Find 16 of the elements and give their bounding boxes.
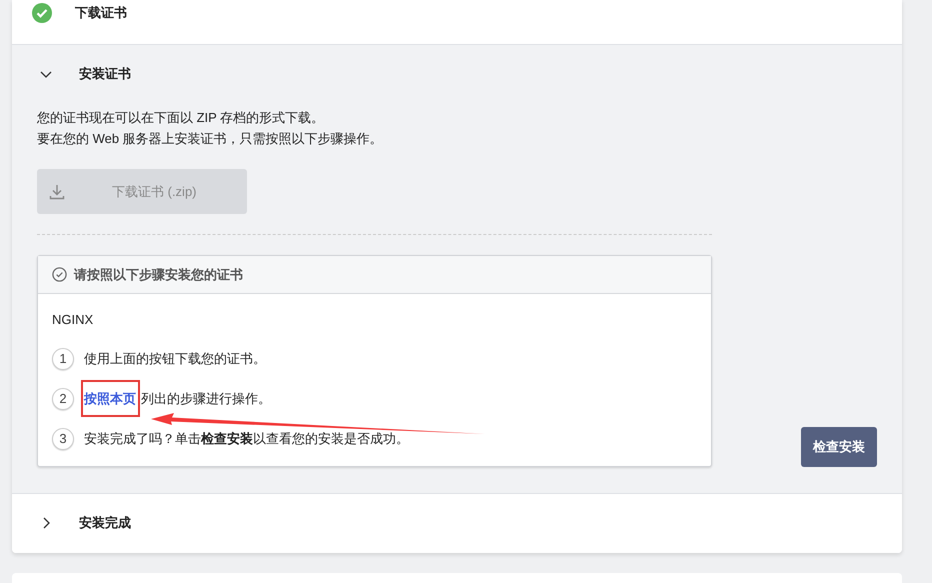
step-text: 安装完成了吗？单击检查安装以查看您的安装是否成功。	[84, 430, 409, 448]
step-number: 2	[52, 388, 74, 410]
step-number: 1	[52, 348, 74, 370]
check-circle-icon	[52, 267, 67, 282]
section-title[interactable]: 下载证书	[75, 3, 127, 23]
check-install-button[interactable]: 检查安装	[801, 426, 877, 466]
section-title[interactable]: 安装证书	[79, 64, 131, 84]
intro-text: 要在您的 Web 服务器上安装证书，只需按照以下步骤操作。	[37, 130, 384, 148]
section-title[interactable]: 安装完成	[79, 513, 131, 533]
panel-title: 请按照以下步骤安装您的证书	[74, 266, 243, 284]
page-link[interactable]: 按照本页	[81, 380, 140, 418]
step-number: 3	[52, 428, 74, 450]
server-name: NGINX	[52, 311, 94, 329]
step-text: 使用上面的按钮下载您的证书。	[84, 350, 266, 368]
intro-text: 您的证书现在可以在下面以 ZIP 存档的形式下载。	[37, 109, 326, 127]
download-icon	[49, 184, 65, 200]
